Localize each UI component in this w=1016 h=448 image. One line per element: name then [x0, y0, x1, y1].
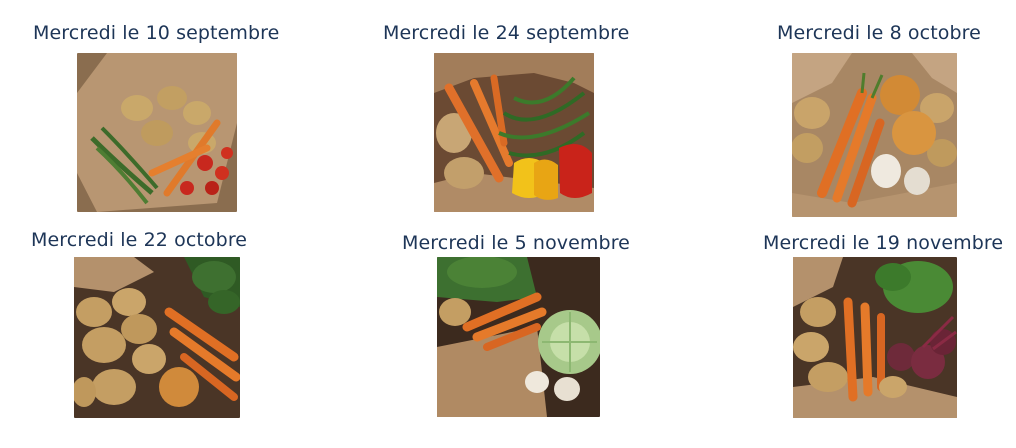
- delivery-date-5: Mercredi le 5 novembre: [402, 232, 630, 254]
- delivery-date-6: Mercredi le 19 novembre: [763, 232, 1004, 254]
- vegetable-basket-image-6: [793, 257, 957, 418]
- delivery-date-2: Mercredi le 24 septembre: [383, 22, 630, 44]
- vegetable-basket-image-2: [434, 53, 594, 212]
- delivery-date-4: Mercredi le 22 octobre: [31, 229, 248, 251]
- vegetable-basket-image-1: [77, 53, 237, 212]
- delivery-date-1: Mercredi le 10 septembre: [33, 22, 280, 44]
- vegetable-basket-image-4: [74, 257, 240, 418]
- delivery-date-3: Mercredi le 8 octobre: [777, 22, 981, 44]
- vegetable-basket-image-5: [437, 257, 600, 417]
- vegetable-basket-image-3: [792, 53, 957, 217]
